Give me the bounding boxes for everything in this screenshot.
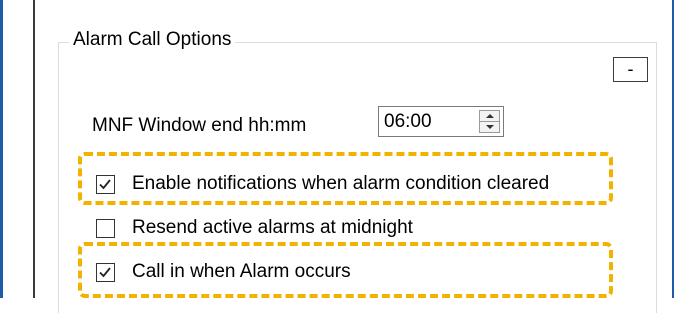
resend-alarms-checkbox[interactable] [96,218,115,238]
mnf-window-label: MNF Window end hh:mm [92,115,307,136]
mnf-window-spinner[interactable] [378,106,504,137]
check-mark-icon [99,266,111,277]
spin-buttons [479,110,500,133]
check-mark-icon [99,178,111,189]
spin-up-arrow-icon[interactable] [480,111,499,122]
call-in-label: Call in when Alarm occurs [132,261,351,282]
enable-notifications-checkbox[interactable] [96,174,115,194]
panel-divider [33,0,35,298]
call-in-checkbox[interactable] [96,262,115,282]
resend-alarms-option[interactable]: Resend active alarms at midnight [96,215,413,241]
enable-notifications-label: Enable notifications when alarm conditio… [132,173,550,194]
enable-notifications-option[interactable]: Enable notifications when alarm conditio… [96,171,549,197]
window-edge-left [0,0,3,298]
spin-down-arrow-icon[interactable] [480,122,499,132]
mnf-window-input[interactable] [384,109,472,134]
window-edge-right [672,0,674,298]
group-title: Alarm Call Options [69,27,236,53]
call-in-option[interactable]: Call in when Alarm occurs [96,259,351,285]
resend-alarms-label: Resend active alarms at midnight [132,217,413,238]
collapse-button[interactable]: - [613,57,648,82]
